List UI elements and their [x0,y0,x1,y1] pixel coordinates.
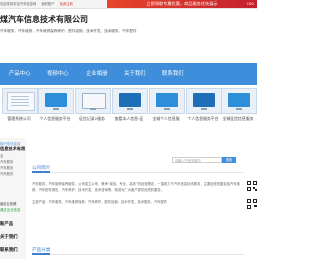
sidebar-line: 汽车服务 [0,172,14,176]
top-links: 欢迎来到本站汽车信息网 我的账户 免费注册 [0,1,77,6]
product-card[interactable]: 全城征信信息服务 [219,88,257,122]
sidebar-link-new-products[interactable]: 新产品 [0,221,13,227]
monitor-icon [45,93,67,107]
search-button[interactable]: 搜索 [222,157,236,163]
sidebar-line: 汽车服务 [0,160,14,164]
nav-item-videos[interactable]: 视频中心 [47,63,69,85]
product-image [149,88,185,114]
product-image [112,88,148,114]
welcome-text: 欢迎来到本站汽车信息网 [0,2,37,6]
nav-item-about[interactable]: 关于我们 [124,63,146,85]
my-account-link[interactable]: 我的账户 [41,2,54,6]
company-keywords: 汽车服务，汽车维修，汽车维修保养养护，配件经销，技术开发，技术服务，汽车配件 [0,29,137,33]
product-label: 全城个人信息服 [152,116,180,121]
product-label: 征信记录2服务 [79,116,105,121]
categories-divider [32,253,244,255]
product-label: 全城征信信息服务 [222,116,254,121]
product-label: 个人信息服务平台 [39,116,71,121]
sidebar-link-contact[interactable]: 联系我们 [0,247,18,253]
monitor-icon [82,93,106,109]
sidebar-link-about[interactable]: 关于我们 [0,234,18,240]
monitor-icon [193,93,215,107]
sidebar-subheading: 景区业执照 [0,202,17,206]
main-nav: 产品中心 视频中心 企业相册 关于我们 联系我们 [0,63,257,85]
qr-code-icon [247,199,257,209]
product-label: 个人信息服务平台 [187,116,219,121]
product-image [75,88,111,114]
promo-text: 立即领取专属优惠，商品服务优先展示 [146,1,218,6]
monitor-icon [119,93,141,107]
product-label: 查看本人信息-征 [114,116,144,121]
product-image [2,88,38,114]
nav-item-album[interactable]: 企业相册 [86,63,108,85]
verified-tag: 通过企业信息 [0,208,21,212]
intro-divider [32,171,244,173]
promo-tail: coo [246,1,254,6]
sidebar-line: 名 [0,154,4,158]
sidebar-line: 汽车服务 [0,166,14,170]
document-icon [7,92,35,111]
scope-text: 主营产品：汽车服务，汽车维修保养，汽车养护，配件经销，技术开发，技术服务，汽车配… [32,200,168,204]
product-label: 管理系统公司 [7,116,31,121]
product-image [186,88,222,114]
intro-text: 汽车服务，汽车维修保养服务，公司成立以来，秉承“诚信、专业、高效”的经营理念，一… [32,182,240,192]
nav-item-products[interactable]: 产品中心 [9,63,31,85]
product-card[interactable]: 查看本人信息-征 [110,88,148,122]
sidebar [0,138,26,259]
product-image [38,88,74,114]
product-card[interactable]: 个人信息服务平台 [36,88,74,122]
monitor-icon [228,93,250,107]
sidebar-heading: 信息技术有限 [0,146,26,151]
company-title: 煤汽车信息技术有限公司 [0,15,88,24]
register-link[interactable]: 免费注册 [60,2,73,6]
nav-item-contact[interactable]: 联系我们 [162,63,184,85]
product-card[interactable]: 征信记录2服务 [73,88,111,122]
product-card[interactable]: 全城个人信息服 [147,88,185,122]
qr-code-icon [247,181,257,191]
monitor-icon [156,93,178,107]
promo-banner[interactable]: 立即领取专属优惠，商品服务优先展示 coo [107,0,257,8]
product-card[interactable]: 管理系统公司 [0,88,38,122]
search-input[interactable]: 请输入产品关键词 [172,157,222,163]
product-image [221,88,257,114]
product-card[interactable]: 个人信息服务平台 [184,88,222,122]
